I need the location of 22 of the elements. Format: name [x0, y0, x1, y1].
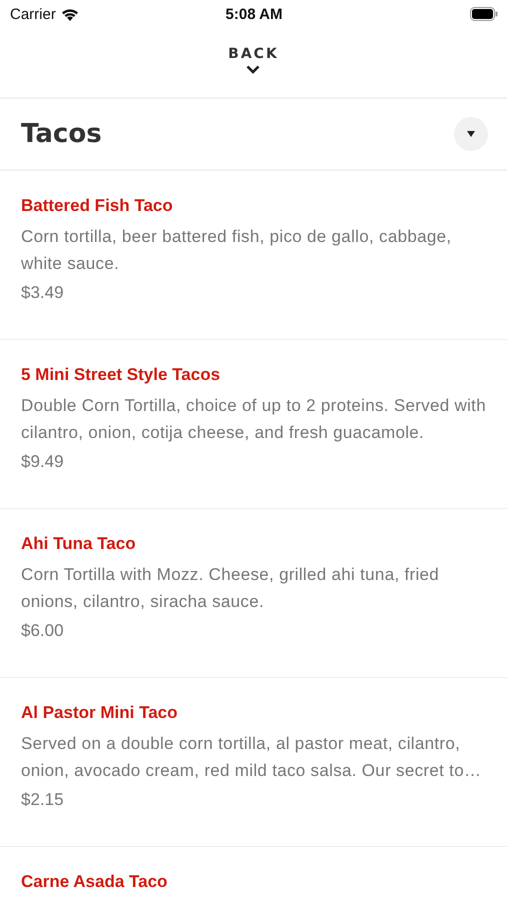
- item-name[interactable]: Carne Asada Taco: [21, 871, 486, 893]
- triangle-down-icon: [466, 130, 476, 138]
- item-description: Corn tortilla, beer battered fish, pico de gallo, cabbage, white sauce.: [21, 226, 452, 275]
- chevron-down-icon: [246, 65, 260, 74]
- item-name[interactable]: Ahi Tuna Taco: [21, 533, 486, 555]
- item-description: Corn Tortilla with Mozz. Cheese, grilled ahi tuna, fried onions, cilantro, siracha sauce.: [21, 564, 440, 613]
- wifi-icon: [60, 8, 79, 20]
- back-button[interactable]: BACK: [218, 40, 289, 80]
- item-name[interactable]: 5 Mini Street Style Tacos: [21, 364, 486, 386]
- item-price: $2.15: [21, 789, 65, 811]
- item-name[interactable]: Battered Fish Taco: [21, 195, 486, 217]
- item-description: Double Corn Tortilla, choice of up to 2 proteins. Served with cilantro, onion, cotija cheese, and fresh guacamole.: [21, 395, 486, 444]
- collapse-button[interactable]: [454, 117, 488, 151]
- item-name[interactable]: Al Pastor Mini Taco: [21, 702, 486, 724]
- section-title: Tacos: [21, 119, 102, 149]
- item-price: $3.49: [21, 282, 65, 304]
- carrier-label: Carrier: [10, 6, 56, 22]
- item-price: $6.00: [21, 620, 65, 642]
- item-price: $9.49: [21, 451, 65, 473]
- item-description: Served on a double corn tortilla, al pastor meat, cilantro, onion, avocado cream, red mild taco salsa. Our secret to…: [21, 733, 482, 782]
- battery-icon: [470, 7, 498, 21]
- clock-time: 5:08 AM: [226, 6, 282, 22]
